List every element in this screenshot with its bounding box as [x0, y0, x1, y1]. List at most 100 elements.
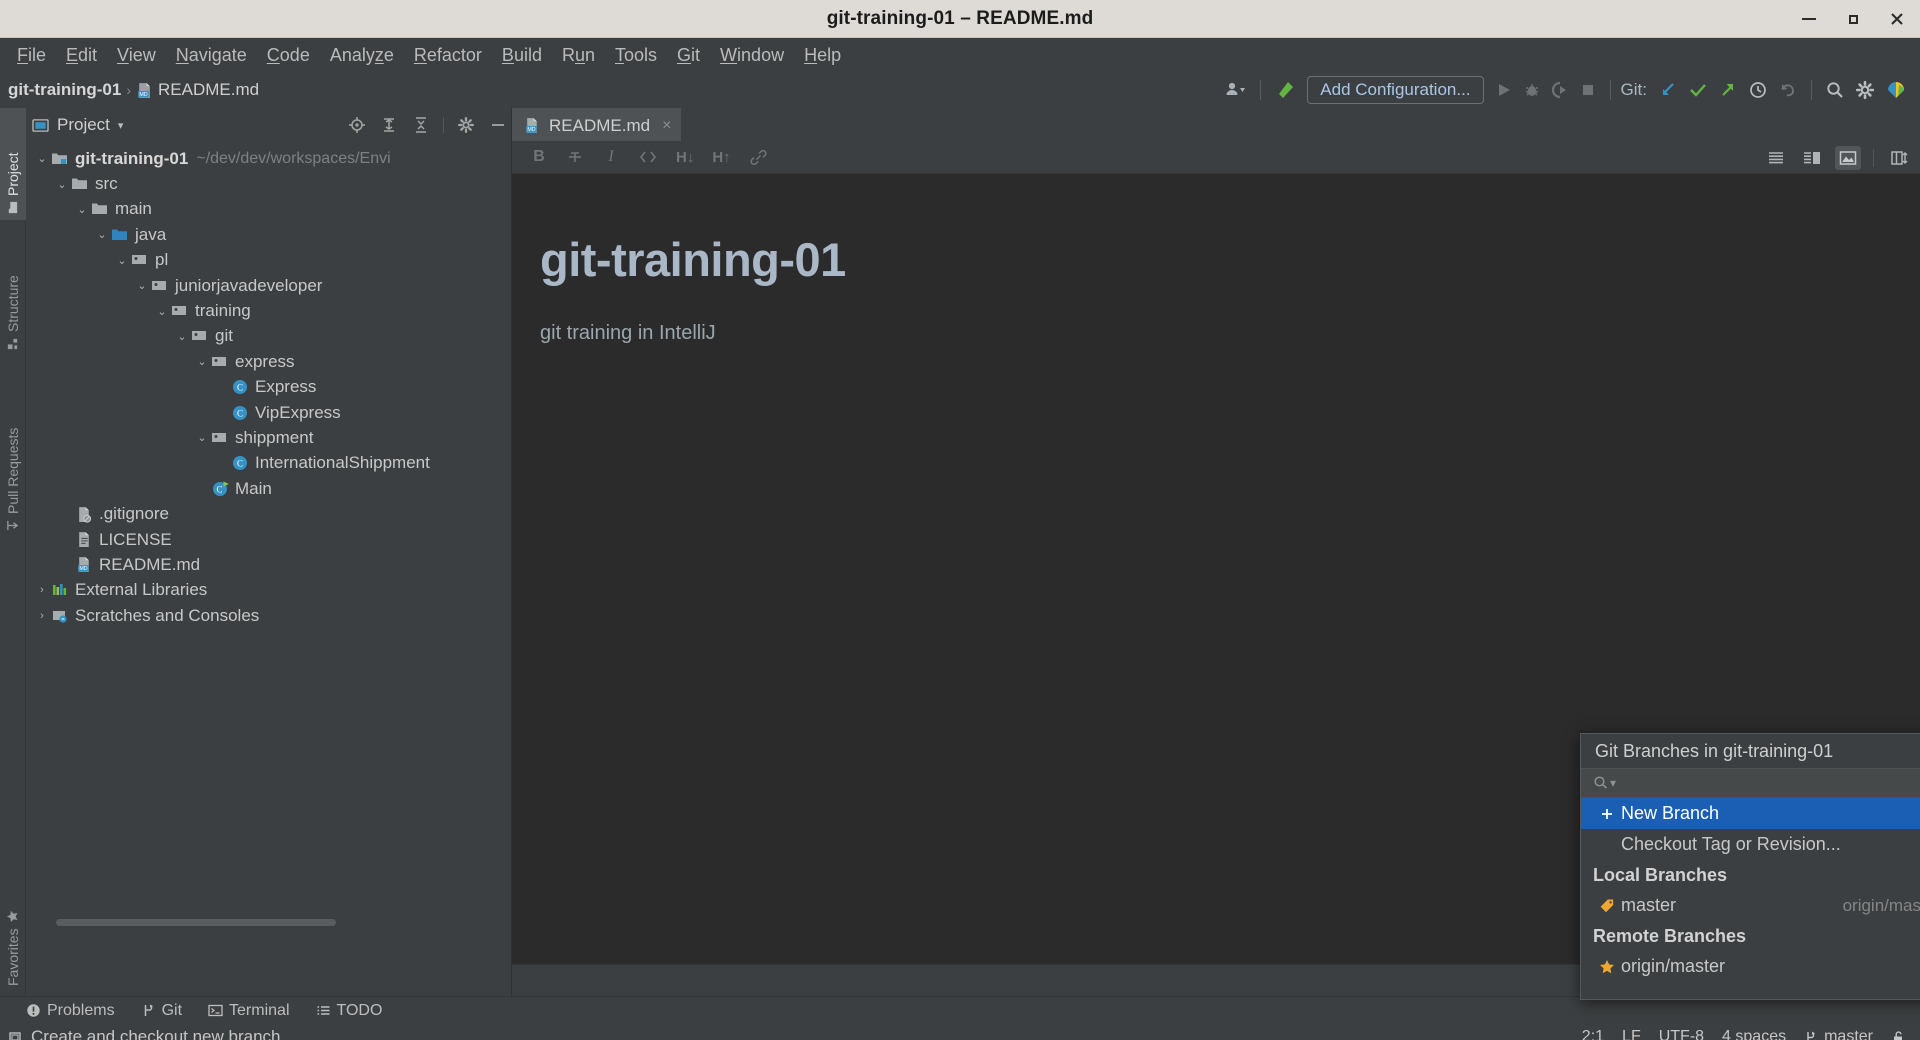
chevron-down-icon[interactable]: ⌄ [54, 178, 70, 191]
header-down-button[interactable]: H↓ [676, 146, 694, 168]
sidebar-item-project[interactable]: Project [0, 108, 26, 220]
collapse-all-icon[interactable] [411, 115, 431, 135]
hide-panel-icon[interactable] [488, 115, 508, 135]
editor-only-mode-button[interactable] [1763, 146, 1789, 170]
tree-row-runnable-class[interactable]: C Main [26, 476, 512, 501]
stop-icon[interactable] [1574, 76, 1602, 104]
caret-position[interactable]: 2:1 [1582, 1028, 1604, 1040]
local-branch-master[interactable]: master origin/mas [1581, 890, 1920, 921]
file-encoding[interactable]: UTF-8 [1659, 1028, 1704, 1040]
indent-setting[interactable]: 4 spaces [1722, 1028, 1786, 1040]
sidebar-item-structure[interactable]: Structure [0, 234, 26, 356]
strikethrough-button[interactable] [566, 146, 584, 168]
tree-row-class[interactable]: C InternationalShippment [26, 451, 512, 476]
tree-row-file[interactable]: MD README.md [26, 552, 512, 577]
auto-scroll-preview-button[interactable] [1886, 146, 1912, 170]
breadcrumb-file[interactable]: README.md [158, 80, 259, 100]
git-push-icon[interactable] [1713, 76, 1743, 104]
bottom-tab-terminal[interactable]: Terminal [208, 1002, 290, 1020]
tree-row-folder[interactable]: ⌄ main [26, 197, 512, 222]
checkout-tag-or-revision-menu-item[interactable]: Checkout Tag or Revision... [1581, 829, 1920, 860]
chevron-down-icon[interactable]: ⌄ [114, 254, 130, 267]
bottom-tab-todo[interactable]: TODO [316, 1002, 382, 1020]
chevron-right-icon[interactable]: › [34, 584, 50, 596]
project-tree[interactable]: ⌄ git-training-01 ~/dev/dev/workspaces/E… [26, 142, 512, 962]
menu-view[interactable]: View [108, 42, 165, 69]
settings-gear-icon[interactable] [456, 115, 476, 135]
search-everywhere-icon[interactable] [1820, 76, 1850, 104]
run-coverage-icon[interactable] [1546, 76, 1574, 104]
tree-row-package[interactable]: ⌄ shippment [26, 425, 512, 450]
minimize-button[interactable] [1800, 10, 1818, 28]
breadcrumb-project[interactable]: git-training-01 [8, 80, 121, 100]
build-hammer-icon[interactable] [1269, 76, 1301, 104]
sidebar-item-pull-requests[interactable]: Pull Requests [0, 370, 26, 538]
git-commit-icon[interactable] [1683, 76, 1713, 104]
intellij-logo-icon[interactable] [1880, 76, 1912, 104]
preview-mode-button[interactable] [1835, 145, 1861, 170]
menu-git[interactable]: Git [668, 42, 709, 69]
menu-edit[interactable]: Edit [57, 42, 106, 69]
bottom-tab-git[interactable]: Git [141, 1002, 182, 1020]
chevron-down-icon[interactable]: ▾ [118, 119, 124, 132]
tree-row-file[interactable]: .gitignore [26, 501, 512, 526]
debug-icon[interactable] [1518, 76, 1546, 104]
chevron-down-icon[interactable]: ⌄ [174, 330, 190, 343]
menu-tools[interactable]: Tools [606, 42, 666, 69]
unlocked-icon[interactable] [1891, 1030, 1906, 1040]
git-update-icon[interactable] [1653, 76, 1683, 104]
git-rollback-icon[interactable] [1773, 76, 1803, 104]
chevron-down-icon[interactable]: ⌄ [154, 305, 170, 318]
tree-row-package[interactable]: ⌄ training [26, 298, 512, 323]
project-tree-horizontal-scrollbar[interactable] [56, 919, 336, 926]
tree-row-module[interactable]: ⌄ git-training-01 ~/dev/dev/workspaces/E… [26, 146, 512, 171]
menu-analyze[interactable]: Analyze [321, 42, 403, 69]
menu-window[interactable]: Window [711, 42, 793, 69]
status-branch-widget[interactable]: master [1804, 1028, 1873, 1040]
user-account-icon[interactable] [1220, 76, 1252, 104]
new-branch-menu-item[interactable]: New Branch [1581, 798, 1920, 829]
tree-row-external-libraries[interactable]: › External Libraries [26, 578, 512, 603]
chevron-down-icon[interactable]: ⌄ [194, 355, 210, 368]
menu-navigate[interactable]: Navigate [167, 42, 256, 69]
tree-row-scratches[interactable]: › Scratches and Consoles [26, 603, 512, 628]
tree-row-package[interactable]: ⌄ pl [26, 248, 512, 273]
add-configuration-button[interactable]: Add Configuration... [1307, 76, 1484, 104]
run-icon[interactable] [1490, 76, 1518, 104]
tree-row-package[interactable]: ⌄ express [26, 349, 512, 374]
chevron-down-icon[interactable]: ⌄ [134, 279, 150, 292]
menu-code[interactable]: Code [258, 42, 319, 69]
bold-button[interactable]: B [530, 146, 548, 168]
tree-row-package[interactable]: ⌄ git [26, 324, 512, 349]
sidebar-item-favorites[interactable]: Favorites [0, 864, 26, 992]
header-up-button[interactable]: H↑ [712, 146, 730, 168]
tree-row-file[interactable]: LICENSE [26, 527, 512, 552]
menu-help[interactable]: Help [795, 42, 850, 69]
close-icon[interactable] [1888, 10, 1906, 28]
link-button[interactable] [749, 146, 768, 168]
code-button[interactable] [638, 146, 658, 168]
menu-refactor[interactable]: Refactor [405, 42, 491, 69]
expand-all-icon[interactable] [379, 115, 399, 135]
italic-button[interactable]: I [602, 146, 620, 168]
git-history-icon[interactable] [1743, 76, 1773, 104]
tree-row-folder[interactable]: ⌄ src [26, 171, 512, 196]
chevron-down-icon[interactable]: ▾ [1610, 776, 1616, 790]
select-opened-file-icon[interactable] [347, 115, 367, 135]
maximize-button[interactable] [1844, 10, 1862, 28]
menu-build[interactable]: Build [493, 42, 551, 69]
split-mode-button[interactable] [1799, 146, 1825, 170]
bottom-tab-problems[interactable]: Problems [26, 1002, 115, 1020]
chevron-down-icon[interactable]: ⌄ [94, 228, 110, 241]
chevron-down-icon[interactable]: ⌄ [194, 431, 210, 444]
tree-row-class[interactable]: C Express [26, 375, 512, 400]
tree-row-class[interactable]: C VipExpress [26, 400, 512, 425]
tree-row-package[interactable]: ⌄ juniorjavadeveloper [26, 273, 512, 298]
line-separator[interactable]: LF [1622, 1028, 1641, 1040]
close-icon[interactable]: × [662, 117, 671, 135]
menu-file[interactable]: File [8, 42, 55, 69]
tab-readme-md[interactable]: MD README.md × [512, 108, 682, 141]
tree-row-source-root[interactable]: ⌄ java [26, 222, 512, 247]
settings-gear-icon[interactable] [1850, 76, 1880, 104]
branch-search-input[interactable]: ▾ [1581, 768, 1920, 798]
